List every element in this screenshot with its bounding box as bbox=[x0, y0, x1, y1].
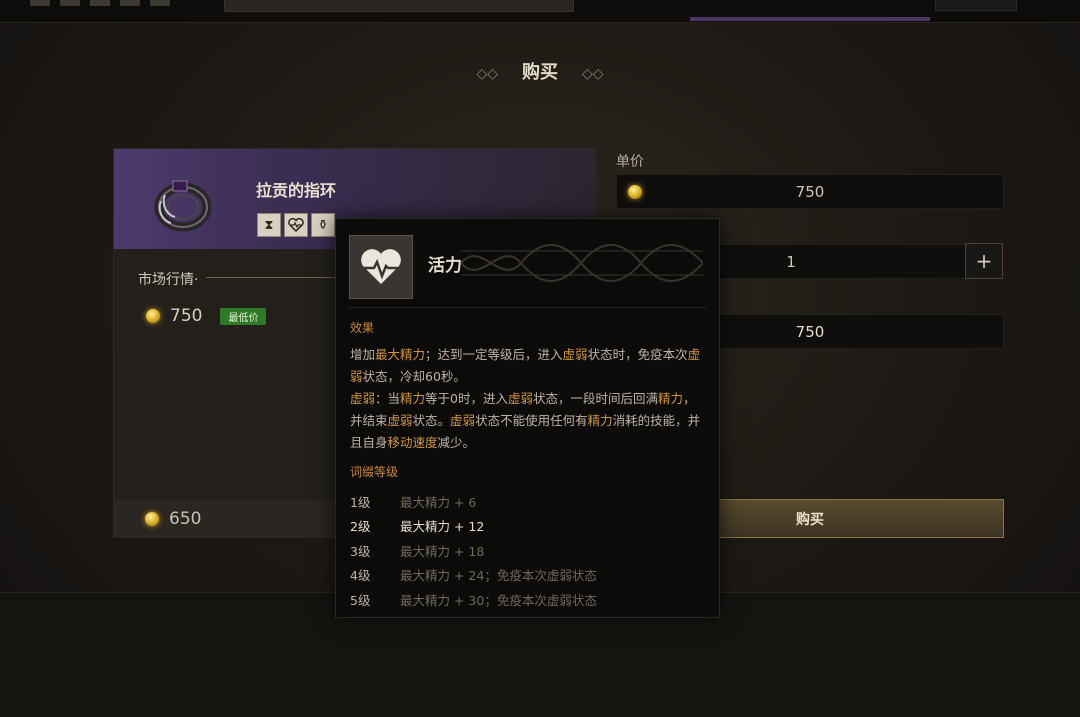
desc-text: ：当 bbox=[375, 391, 401, 406]
unit-price-label: 单价 bbox=[616, 154, 644, 170]
left-diamond-icon: ◇◇ bbox=[476, 66, 498, 82]
keyword-highlight: 虚弱 bbox=[350, 391, 376, 406]
keyword-highlight: 虚弱 bbox=[450, 413, 476, 428]
keyword-highlight: 最大精力 bbox=[375, 347, 426, 362]
market-price: 750 bbox=[170, 306, 203, 326]
weak-state-paragraph: 虚弱：当精力等于0时，进入虚弱状态，一段时间后回满精力，并结束虚弱状态。虚弱状态… bbox=[350, 388, 706, 454]
coin-icon bbox=[146, 309, 160, 323]
affix-tooltip: 活力 效果 增加最大精力；达到一定等级后，进入虚弱状态时，免疫本次虚弱状态，冷却… bbox=[335, 218, 720, 618]
celtic-knot-decoration bbox=[461, 244, 703, 282]
market-label: 市场行情· bbox=[138, 272, 199, 288]
desc-text: 减少。 bbox=[437, 435, 476, 450]
item-name: 拉贡的指环 bbox=[256, 181, 337, 200]
coin-icon bbox=[145, 512, 159, 526]
keyword-highlight: 虚弱 bbox=[387, 413, 413, 428]
keyword-highlight: 虚弱 bbox=[562, 347, 588, 362]
desc-text: 状态时，免疫本次 bbox=[587, 347, 688, 362]
keyword-highlight: 移动速度 bbox=[387, 435, 438, 450]
hourglass-icon[interactable]: ⧗ bbox=[257, 213, 281, 237]
unit-price-field[interactable]: 750 bbox=[616, 174, 1004, 209]
top-tab[interactable] bbox=[90, 0, 110, 6]
heart-pulse-icon[interactable] bbox=[284, 213, 308, 237]
level-row: 5级 最大精力 + 30；免疫本次虚弱状态 bbox=[350, 592, 597, 608]
desc-text: 状态。 bbox=[412, 413, 451, 428]
effect-label: 效果 bbox=[350, 321, 375, 335]
keyword-highlight: 虚弱 bbox=[508, 391, 534, 406]
affix-levels-label: 词缀等级 bbox=[350, 465, 399, 479]
keyword-highlight: 精力 bbox=[587, 413, 613, 428]
unit-price-value: 750 bbox=[795, 183, 825, 201]
heart-pulse-icon bbox=[349, 235, 413, 299]
top-right-control[interactable] bbox=[935, 0, 1017, 11]
ring-icon bbox=[154, 180, 212, 232]
keyword-highlight: 精力 bbox=[400, 391, 426, 406]
market-divider bbox=[206, 277, 336, 278]
effect-paragraph: 增加最大精力；达到一定等级后，进入虚弱状态时，免疫本次虚弱状态，冷却60秒。 bbox=[350, 344, 706, 388]
level-row: 1级 最大精力 + 6 bbox=[350, 494, 477, 510]
top-tab[interactable] bbox=[30, 0, 50, 6]
market-price-row: 750 最低价 bbox=[146, 306, 267, 326]
owned-price: 650 bbox=[169, 509, 202, 529]
page-title-text: 购买 bbox=[522, 62, 558, 83]
desc-text: 状态，一段时间后回满 bbox=[533, 391, 659, 406]
keyword-highlight: 精力 bbox=[658, 391, 684, 406]
tab-indicator bbox=[690, 17, 930, 21]
affix-levels: 1级 最大精力 + 6 2级 最大精力 + 12 3级 最大精力 + 18 4级 最大精… bbox=[350, 489, 706, 612]
page-title: ◇◇ 购买 ◇◇ bbox=[0, 58, 1080, 84]
top-bar bbox=[0, 0, 1080, 23]
top-tab[interactable] bbox=[120, 0, 140, 6]
right-diamond-icon: ◇◇ bbox=[582, 66, 604, 82]
desc-text: 状态不能使用任何有 bbox=[475, 413, 588, 428]
bottle-icon[interactable]: ⚱ bbox=[311, 213, 335, 237]
search-bar[interactable] bbox=[224, 0, 574, 12]
desc-text: ；达到一定等级后，进入 bbox=[425, 347, 563, 362]
level-row: 3级 最大精力 + 18 bbox=[350, 543, 485, 559]
top-tab[interactable] bbox=[150, 0, 170, 6]
tooltip-divider bbox=[349, 307, 706, 308]
level-row: 4级 最大精力 + 24；免疫本次虚弱状态 bbox=[350, 568, 597, 584]
top-tab[interactable] bbox=[60, 0, 80, 6]
effect-description: 增加最大精力；达到一定等级后，进入虚弱状态时，免疫本次虚弱状态，冷却60秒。 虚… bbox=[350, 344, 706, 454]
level-row-current: 2级 最大精力 + 12 bbox=[350, 519, 485, 535]
top-tab-icons bbox=[30, 0, 170, 6]
desc-text: 增加 bbox=[350, 347, 376, 362]
increase-quantity-button[interactable]: + bbox=[965, 243, 1003, 279]
affix-name: 活力 bbox=[428, 256, 462, 276]
desc-text: 状态，冷却60秒。 bbox=[362, 369, 466, 384]
desc-text: 等于0时，进入 bbox=[425, 391, 509, 406]
lowest-price-badge: 最低价 bbox=[220, 307, 267, 325]
attr-icons: ⧗ ⚱ bbox=[257, 213, 335, 237]
